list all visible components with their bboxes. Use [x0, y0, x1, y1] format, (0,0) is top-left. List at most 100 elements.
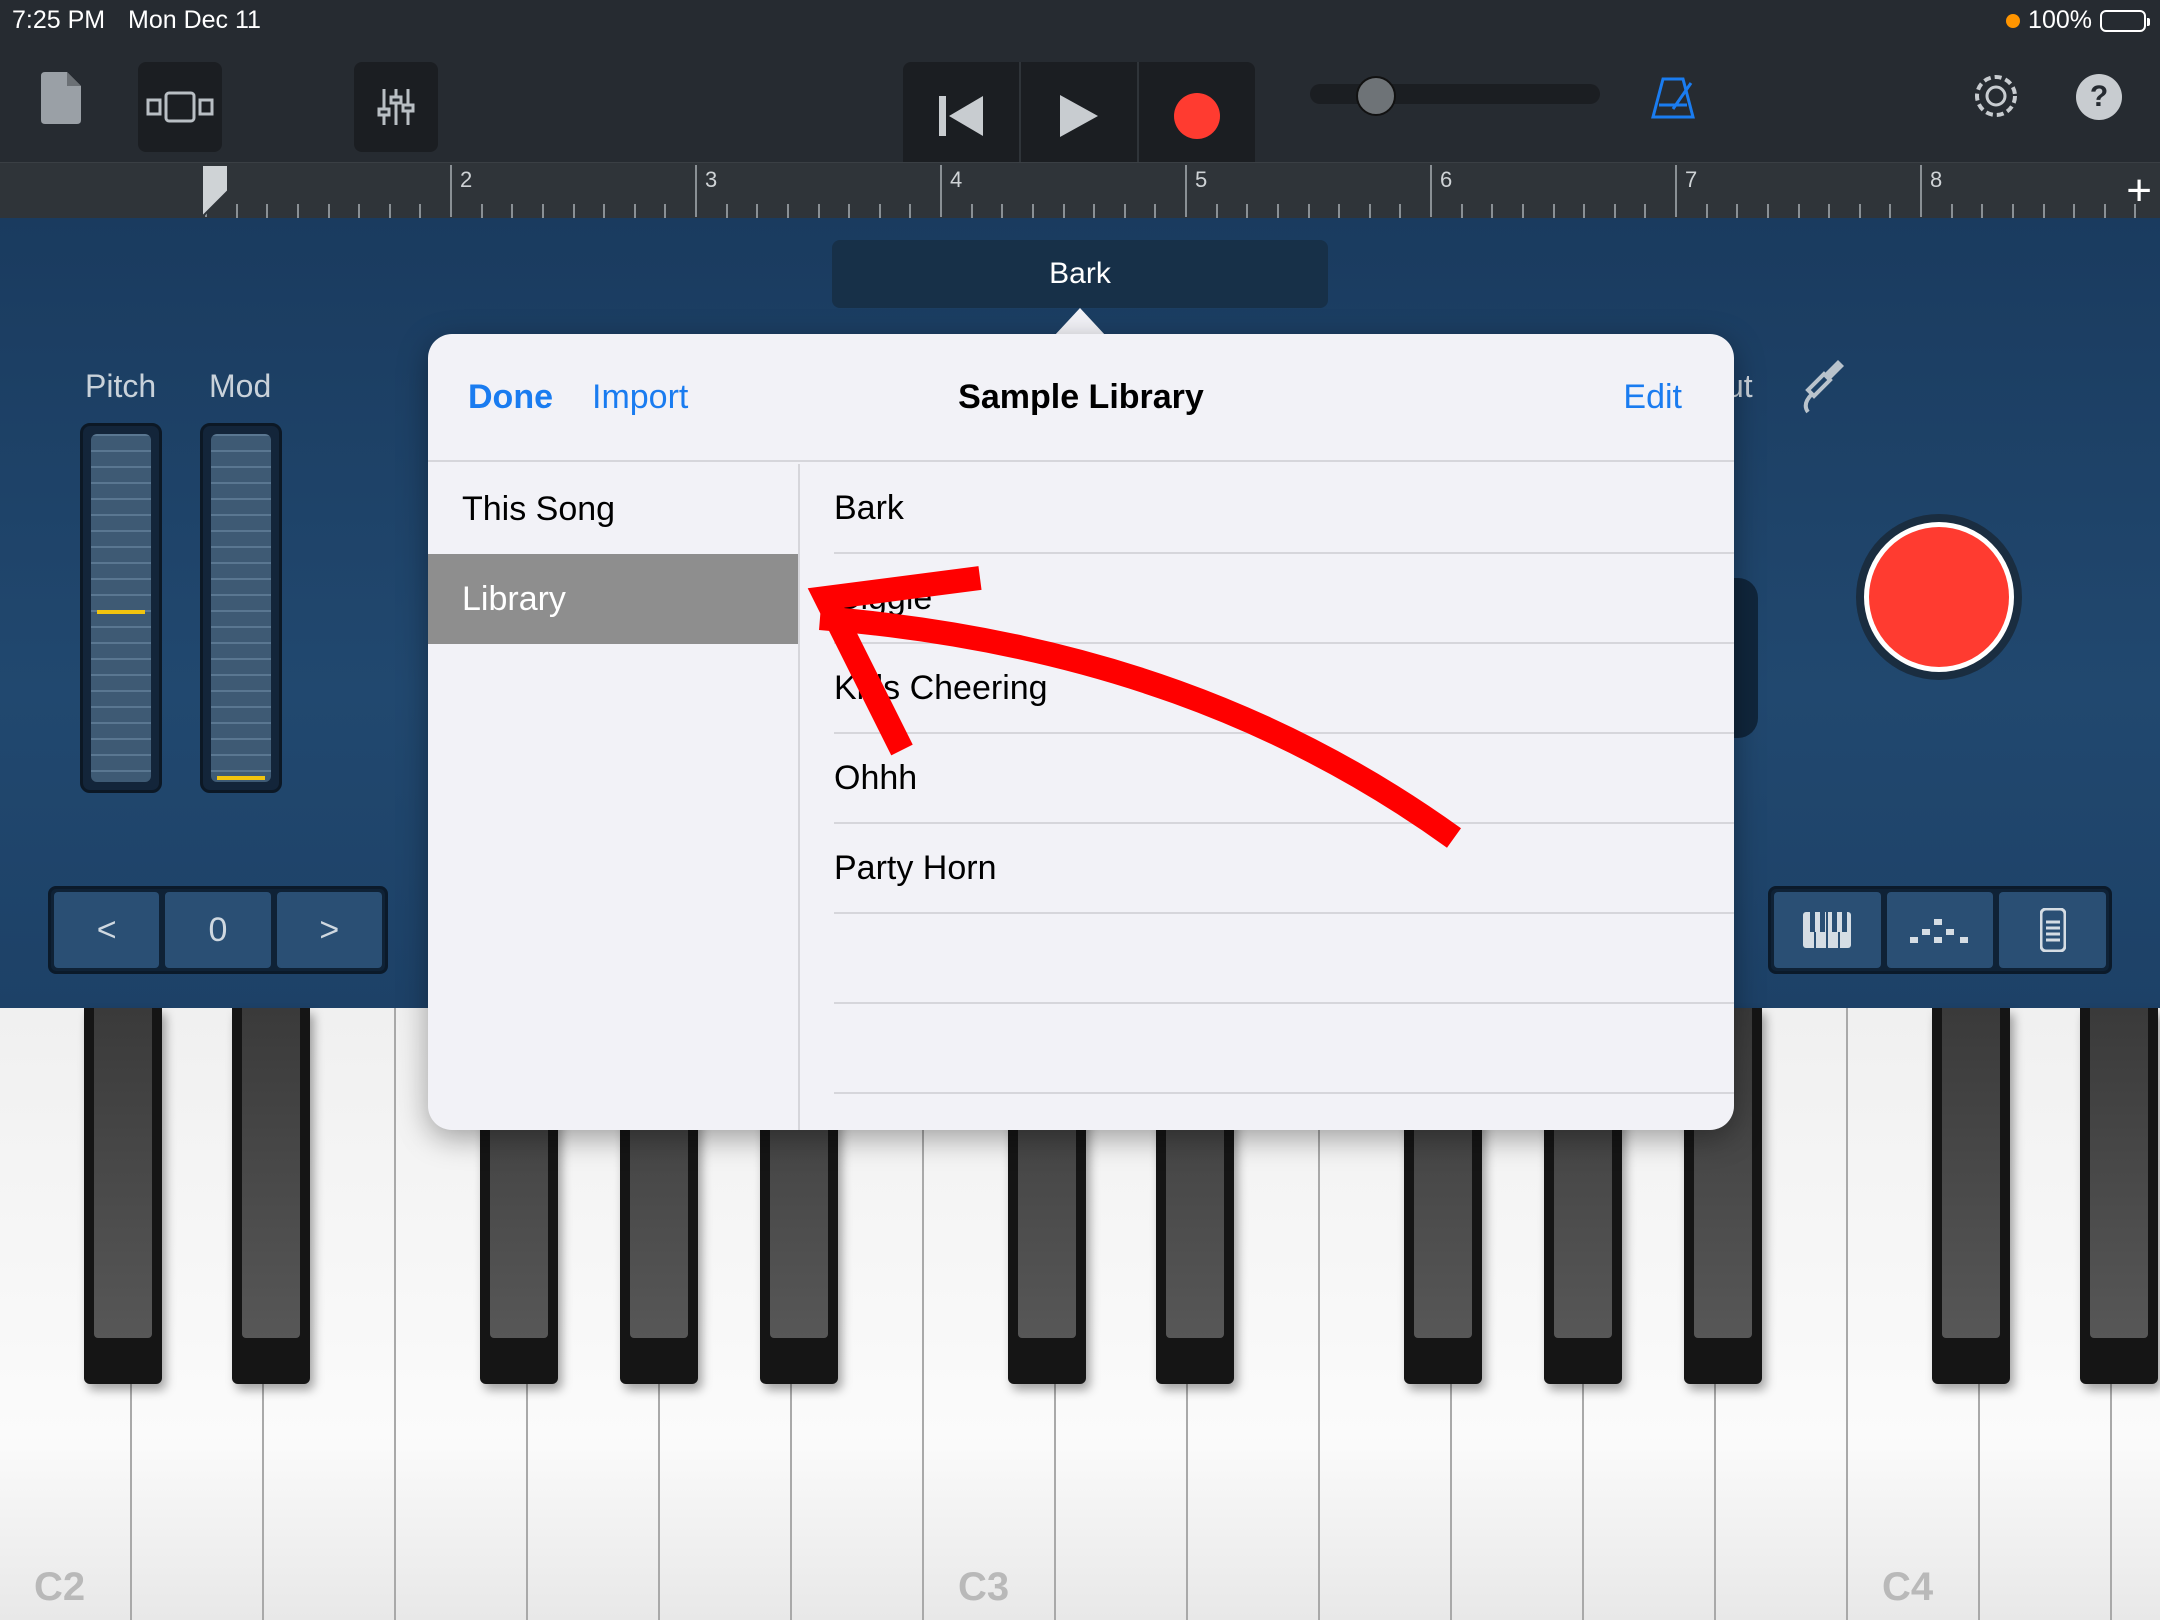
ruler-tick: [817, 204, 820, 218]
ruler-bar-line: [1430, 165, 1432, 217]
octave-down-button[interactable]: <: [54, 892, 160, 968]
ruler-tick: [1583, 204, 1586, 218]
metronome-button[interactable]: [1648, 72, 1698, 122]
sidebar-item-library[interactable]: Library: [428, 554, 798, 644]
play-button[interactable]: [1021, 62, 1139, 170]
sample-row-kids-cheering[interactable]: Kids Cheering: [834, 644, 1734, 734]
settings-button[interactable]: [1970, 70, 2022, 122]
octave-up-button[interactable]: >: [276, 892, 382, 968]
ruler-bar-line: [450, 165, 452, 217]
ruler-bar-line: [695, 165, 697, 217]
arpeggiator-icon: [1910, 919, 1968, 943]
ruler-tick: [1766, 204, 1769, 218]
octave-stepper[interactable]: < 0 >: [48, 886, 388, 974]
ruler-tick: [296, 204, 299, 218]
keyboard-mode-button[interactable]: [1774, 892, 1881, 968]
ruler-tick: [419, 204, 422, 218]
ruler-tick: [2073, 204, 2076, 218]
sample-row-ohhh[interactable]: Ohhh: [834, 734, 1734, 824]
battery-icon: [2100, 9, 2150, 32]
ruler-tick: [1154, 204, 1157, 218]
pitch-label: Pitch: [85, 368, 157, 404]
help-button[interactable]: ?: [2076, 74, 2122, 120]
sample-row-giggle[interactable]: Giggle: [834, 554, 1734, 644]
ruler-bar-number: 6: [1440, 167, 1453, 192]
timeline-ruler[interactable]: 12345678 +: [0, 162, 2160, 219]
arpeggiator-button[interactable]: [1886, 892, 1994, 968]
ruler-tick: [1797, 204, 1800, 218]
status-date: Mon Dec 11: [128, 6, 261, 34]
playhead-icon[interactable]: [200, 163, 230, 219]
ruler-tick: [388, 204, 391, 218]
ruler-tick: [1613, 204, 1616, 218]
ruler-tick: [1062, 204, 1065, 218]
ruler-tick: [511, 204, 514, 218]
sample-name-tab[interactable]: Bark: [832, 240, 1328, 308]
empty-row: [834, 1004, 1734, 1094]
key-label-c3: C3: [958, 1565, 1010, 1609]
ruler-tick: [1521, 204, 1524, 218]
pitch-wheel[interactable]: [80, 423, 162, 793]
ruler-tick: [266, 204, 269, 218]
ruler-tick: [603, 204, 606, 218]
ruler-bar-number: 5: [1195, 167, 1208, 192]
ruler-tick: [1889, 204, 1892, 218]
metronome-icon: [1651, 77, 1695, 119]
piano-black-key[interactable]: [84, 1008, 162, 1384]
ruler-tick: [878, 204, 881, 218]
play-icon: [1060, 95, 1098, 137]
volume-slider-knob[interactable]: [1356, 76, 1396, 116]
piano-black-key[interactable]: [232, 1008, 310, 1384]
record-button[interactable]: [1139, 62, 1255, 170]
ruler-tick: [756, 204, 759, 218]
ruler-tick: [358, 204, 361, 218]
import-button[interactable]: Import: [592, 378, 688, 417]
mod-wheel[interactable]: [200, 423, 282, 793]
transport-controls: [903, 62, 1255, 170]
ruler-tick: [2042, 204, 2045, 218]
ruler-tick: [1307, 204, 1310, 218]
sidebar-item-this-song[interactable]: This Song: [428, 464, 798, 554]
ruler-tick: [572, 204, 575, 218]
input-jack-icon[interactable]: [1800, 358, 1846, 414]
key-label-c4: C4: [1882, 1565, 1934, 1609]
ruler-tick: [848, 204, 851, 218]
ruler-bar-number: 4: [950, 167, 963, 192]
ruler-bar-line: [1185, 165, 1187, 217]
keyboard-mode-buttons: [1768, 886, 2112, 974]
done-button[interactable]: Done: [468, 378, 553, 417]
piano-keys-icon: [1803, 912, 1852, 948]
ruler-tick: [1858, 204, 1861, 218]
sample-record-button[interactable]: [1856, 514, 2022, 680]
ruler-bar-number: 8: [1930, 167, 1943, 192]
empty-row: [834, 914, 1734, 1004]
popover-arrow: [1054, 308, 1106, 336]
toolbar: ?: [0, 40, 2160, 170]
track-view-button[interactable]: [138, 62, 222, 152]
ruler-tick: [1552, 204, 1555, 218]
ruler-tick: [2011, 204, 2014, 218]
ruler-tick: [1368, 204, 1371, 218]
mixer-button[interactable]: [354, 62, 438, 152]
piano-black-key[interactable]: [1932, 1008, 2010, 1384]
library-sidebar: This Song Library: [428, 464, 800, 1130]
ruler-tick: [1399, 204, 1402, 218]
sample-row-bark[interactable]: Bark: [834, 464, 1734, 554]
status-bar: 7:25 PM Mon Dec 11 100%: [0, 0, 2160, 40]
sample-row-party-horn[interactable]: Party Horn: [834, 824, 1734, 914]
status-right: 100%: [2006, 6, 2150, 35]
rewind-button[interactable]: [903, 62, 1021, 170]
ruler-tick: [909, 204, 912, 218]
ruler-tick: [1246, 204, 1249, 218]
piano-black-key[interactable]: [2080, 1008, 2158, 1384]
ruler-bar-line: [940, 165, 942, 217]
edit-button[interactable]: Edit: [1623, 378, 1682, 417]
document-icon[interactable]: [36, 68, 86, 128]
popover-header: Sample Library Done Import Edit: [428, 334, 1734, 462]
master-volume-slider[interactable]: [1310, 84, 1600, 104]
track-view-icon: [146, 91, 214, 123]
sample-library-popover: Sample Library Done Import Edit This Son…: [428, 334, 1734, 1130]
ruler-tick: [664, 204, 667, 218]
add-section-button[interactable]: +: [2126, 169, 2152, 213]
keyboard-layout-button[interactable]: [1999, 892, 2107, 968]
